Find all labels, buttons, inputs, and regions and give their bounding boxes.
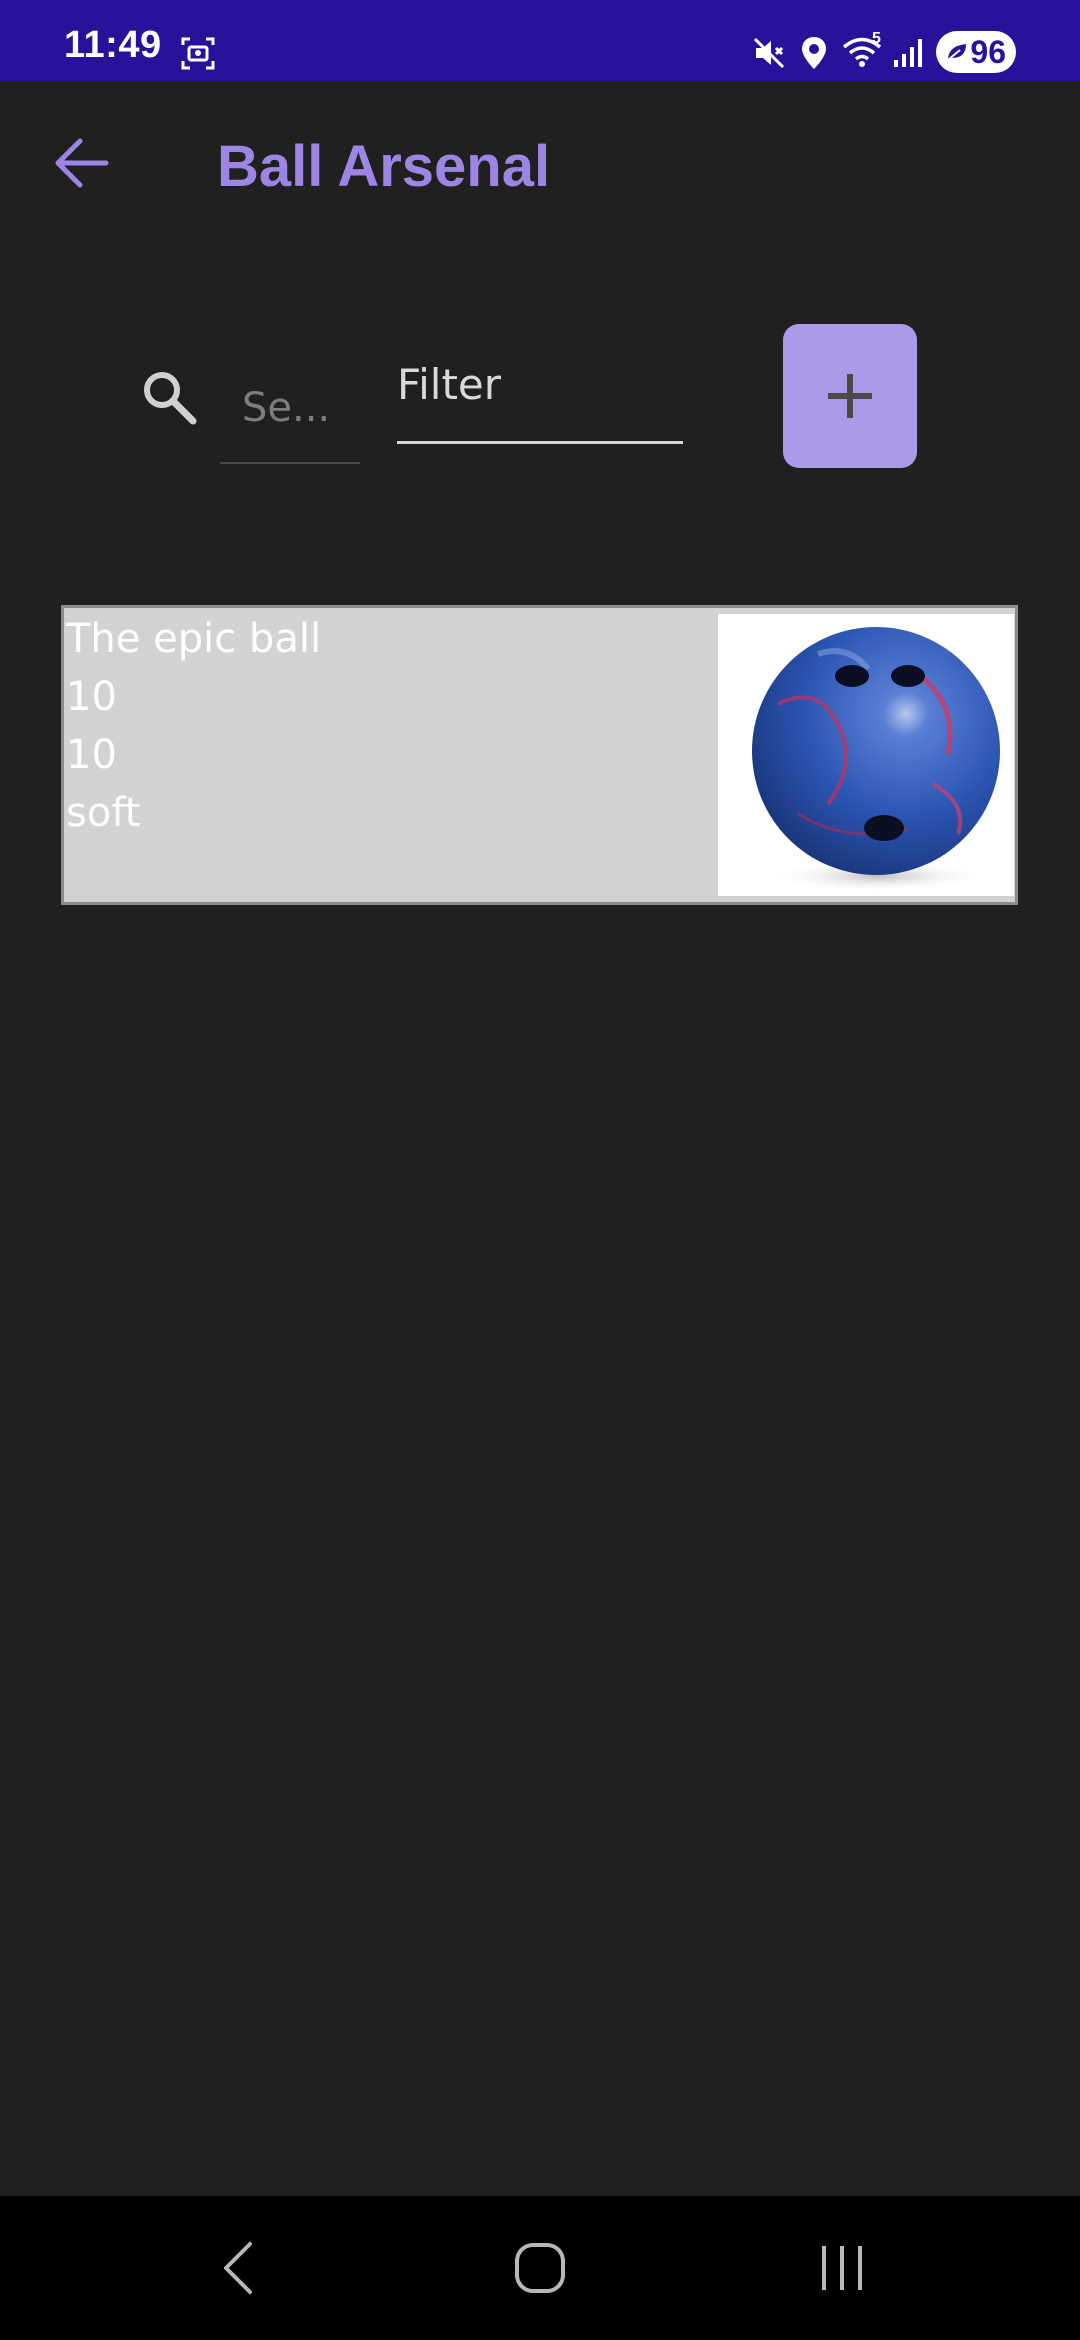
nav-recents-button[interactable] bbox=[782, 2226, 902, 2310]
battery-level: 96 bbox=[970, 33, 1006, 70]
plus-icon bbox=[828, 374, 872, 418]
ball-card[interactable]: The epic ball 10 10 soft bbox=[61, 605, 1018, 905]
location-icon bbox=[802, 37, 826, 69]
search-icon bbox=[138, 366, 202, 430]
battery-icon: 96 bbox=[936, 31, 1016, 73]
ball-name: The epic ball bbox=[66, 616, 322, 662]
screenshot-icon bbox=[181, 37, 215, 70]
nav-home-button[interactable] bbox=[480, 2226, 600, 2310]
nav-back-button[interactable] bbox=[178, 2226, 298, 2310]
search-input[interactable] bbox=[242, 380, 352, 436]
ball-details: The epic ball 10 10 soft bbox=[66, 610, 321, 842]
arrow-back-icon bbox=[55, 138, 109, 188]
add-ball-button[interactable] bbox=[783, 324, 917, 468]
wifi-label: 5 bbox=[872, 30, 881, 47]
app-bar: Ball Arsenal bbox=[0, 81, 1080, 251]
ball-field-2: 10 bbox=[66, 674, 117, 720]
page-title: Ball Arsenal bbox=[217, 134, 551, 199]
ball-field-4: soft bbox=[66, 790, 141, 836]
nav-recents-icon bbox=[822, 2246, 862, 2290]
nav-back-icon bbox=[224, 2242, 252, 2294]
filter-field[interactable]: Filter bbox=[397, 360, 683, 444]
status-bar: 11:49 5 96 bbox=[0, 0, 1080, 81]
ball-field-3: 10 bbox=[66, 732, 117, 778]
filter-label: Filter bbox=[397, 360, 502, 409]
navigation-bar bbox=[0, 2196, 1080, 2340]
signal-icon bbox=[894, 39, 922, 67]
search-row: Filter bbox=[0, 320, 1080, 480]
battery-leaf-icon bbox=[947, 44, 966, 61]
nav-home-icon bbox=[515, 2243, 565, 2293]
back-button[interactable] bbox=[42, 123, 122, 203]
status-time: 11:49 bbox=[64, 24, 162, 66]
search-field[interactable] bbox=[220, 360, 360, 464]
mute-icon bbox=[753, 37, 785, 69]
bowling-ball-image bbox=[718, 614, 1014, 896]
